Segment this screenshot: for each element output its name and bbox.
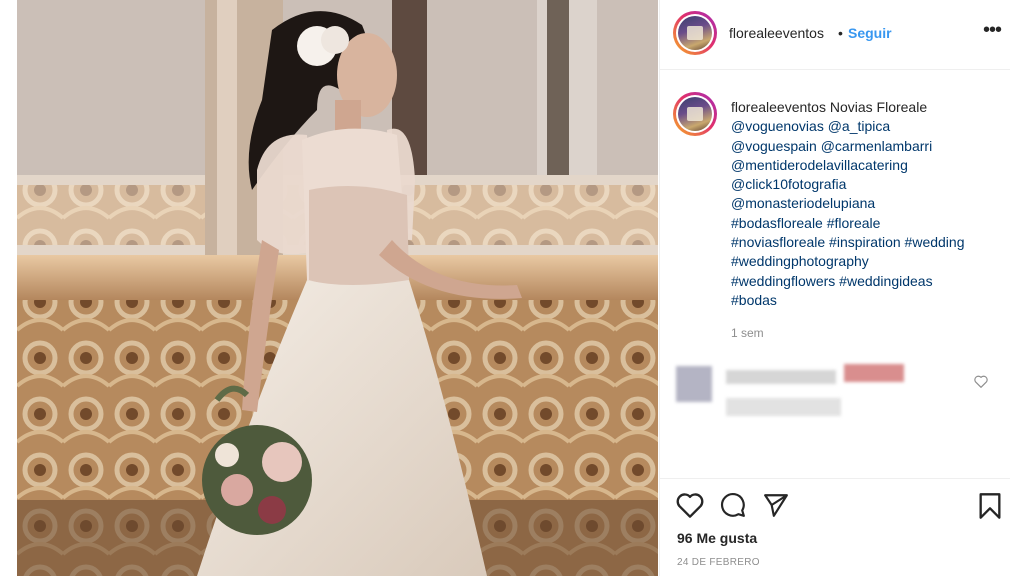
hashtags-line[interactable]: #weddingphotography (731, 252, 1001, 271)
post-actions: 96 Me gusta 24 DE FEBRERO (660, 478, 1010, 576)
caption-first-line: florealeeventos Novias Floreale (731, 98, 1001, 117)
caption-mentions-line-2: @voguespain @carmenlambarri (731, 137, 1001, 156)
hashtags-line[interactable]: #noviasfloreale #inspiration #wedding (731, 233, 1001, 252)
mention-link[interactable]: @carmenlambarri (821, 138, 932, 154)
caption-username-link[interactable]: florealeeventos (731, 99, 826, 115)
mention-link[interactable]: @monasteriodelupiana (731, 194, 1001, 213)
mention-link[interactable]: @a_tipica (828, 118, 890, 134)
instagram-post-view: florealeeventos • Seguir ••• florealeeve… (0, 0, 1024, 576)
post-caption: florealeeventos Novias Floreale @vogueno… (731, 98, 1001, 310)
post-date[interactable]: 24 DE FEBRERO (677, 557, 760, 568)
mention-link[interactable]: @mentiderodelavillacatering (731, 156, 1001, 175)
paper-plane-icon[interactable] (763, 492, 789, 518)
blurred-comment-avatar (676, 366, 712, 402)
comment-like-heart-icon[interactable] (974, 375, 988, 388)
mention-link[interactable]: @click10fotografia (731, 175, 1001, 194)
bride-photo-illustration (17, 0, 658, 576)
hashtags-line[interactable]: #bodas (731, 291, 1001, 310)
more-options-icon[interactable]: ••• (983, 18, 1002, 42)
follow-button[interactable]: Seguir (848, 25, 892, 41)
bookmark-icon[interactable] (978, 492, 1002, 520)
blurred-comment-meta (726, 398, 841, 416)
blurred-comment-emoji (844, 364, 904, 382)
post-photo[interactable] (17, 0, 658, 576)
hashtags-line[interactable]: #bodasfloreale #floreale (731, 214, 1001, 233)
caption-avatar[interactable] (673, 92, 717, 136)
header-dot-separator: • (838, 25, 843, 41)
header-username-link[interactable]: florealeeventos (729, 25, 824, 41)
hashtags-line[interactable]: #weddingflowers #weddingideas (731, 272, 1001, 291)
post-side-panel: florealeeventos • Seguir ••• florealeeve… (659, 0, 1010, 576)
mention-link[interactable]: @voguenovias (731, 118, 824, 134)
caption-timestamp[interactable]: 1 sem (731, 326, 764, 340)
avatar[interactable] (673, 11, 717, 55)
caption-mentions-line-1: @voguenovias @a_tipica (731, 117, 1001, 136)
comment-icon[interactable] (720, 492, 746, 518)
post-header: florealeeventos • Seguir ••• (660, 0, 1010, 70)
blurred-comment-username (726, 370, 836, 384)
mention-link[interactable]: @voguespain (731, 138, 817, 154)
likes-count[interactable]: 96 Me gusta (677, 530, 757, 546)
caption-text: Novias Floreale (829, 99, 928, 115)
heart-icon[interactable] (676, 492, 704, 518)
